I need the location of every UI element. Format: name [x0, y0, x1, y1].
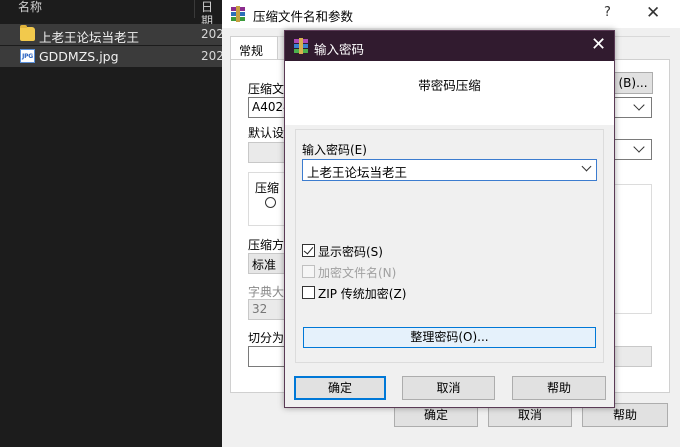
file-date: 202 — [201, 49, 224, 63]
password-dialog-header: 带密码压缩 — [285, 61, 614, 125]
chevron-down-icon — [633, 99, 645, 111]
archive-name-label: 压缩文 — [248, 82, 285, 96]
tab-general[interactable]: 常规 — [230, 36, 278, 60]
help-icon[interactable]: ? — [604, 5, 611, 20]
browse-button[interactable]: (B)... — [613, 72, 653, 94]
organize-passwords-button[interactable]: 整理密码(O)... — [303, 327, 596, 348]
compression-method-combo[interactable]: 标准 — [248, 253, 288, 274]
jpg-file-icon: JPG — [20, 49, 35, 63]
enter-password-dialog: 输入密码 ✕ 带密码压缩 输入密码(E) 上老王论坛当老王 显示密码(S) 加密… — [284, 30, 615, 408]
password-dialog-title: 输入密码 — [314, 42, 365, 57]
update-method-combo[interactable] — [614, 139, 652, 160]
checkmark-icon — [303, 244, 314, 255]
chevron-down-icon — [633, 141, 645, 153]
show-password-checkbox[interactable] — [302, 244, 315, 257]
file-explorer: 名称 日期 上老王论坛当老王 202 JPG GDDMZS.jpg 202 — [0, 0, 224, 447]
dialog-title: 压缩文件名和参数 — [253, 9, 354, 24]
file-date: 202 — [201, 27, 224, 41]
format-radio[interactable] — [265, 197, 276, 208]
password-value: 上老王论坛当老王 — [307, 165, 408, 180]
zip-legacy-encryption-label[interactable]: ZIP 传统加密(Z) — [318, 285, 406, 302]
split-volumes-combo[interactable] — [248, 346, 288, 367]
file-name: 上老王论坛当老王 — [39, 30, 140, 45]
ok-button[interactable]: 确定 — [294, 376, 386, 400]
chevron-down-icon — [581, 161, 592, 172]
header-text: 带密码压缩 — [418, 78, 481, 93]
help-button[interactable]: 帮助 — [512, 376, 606, 400]
dictionary-size-label: 字典大 — [248, 285, 285, 299]
compression-method-label: 压缩方 — [248, 238, 285, 252]
enter-password-label: 输入密码(E) — [302, 143, 367, 157]
folder-icon — [20, 25, 35, 41]
column-header-name[interactable]: 名称 — [18, 0, 42, 22]
dictionary-size-combo[interactable]: 32 — [248, 299, 288, 320]
dialog-titlebar[interactable]: 压缩文件名和参数 ? ✕ — [222, 0, 680, 28]
archive-name-input[interactable]: A4024 — [248, 97, 291, 118]
zip-legacy-encryption-checkbox[interactable] — [302, 286, 315, 299]
close-icon[interactable]: ✕ — [646, 3, 660, 23]
set-password-button[interactable] — [614, 346, 652, 367]
encrypt-filenames-label[interactable]: 加密文件名(N) — [318, 264, 396, 281]
winrar-icon — [231, 6, 245, 22]
file-row-jpg[interactable]: JPG GDDMZS.jpg 202 — [0, 46, 224, 67]
default-profile-label: 默认设 — [248, 126, 285, 140]
file-row-folder[interactable]: 上老王论坛当老王 202 — [0, 24, 224, 45]
cancel-button[interactable]: 取消 — [402, 376, 495, 400]
winrar-icon — [294, 38, 308, 54]
password-input[interactable]: 上老王论坛当老王 — [302, 159, 597, 181]
column-header-date[interactable]: 日期 — [201, 0, 222, 28]
file-name: GDDMZS.jpg — [39, 49, 119, 64]
options-group — [614, 184, 652, 314]
encrypt-filenames-checkbox[interactable] — [302, 265, 315, 278]
archive-format-label: 压缩 — [255, 181, 280, 195]
password-dialog-titlebar[interactable]: 输入密码 ✕ — [285, 31, 614, 61]
close-icon[interactable]: ✕ — [591, 34, 606, 55]
update-mode-combo[interactable] — [614, 97, 652, 118]
profiles-button[interactable] — [248, 142, 288, 163]
show-password-label[interactable]: 显示密码(S) — [318, 243, 383, 260]
split-volumes-label: 切分为 — [248, 331, 285, 345]
column-separator[interactable] — [194, 0, 195, 18]
